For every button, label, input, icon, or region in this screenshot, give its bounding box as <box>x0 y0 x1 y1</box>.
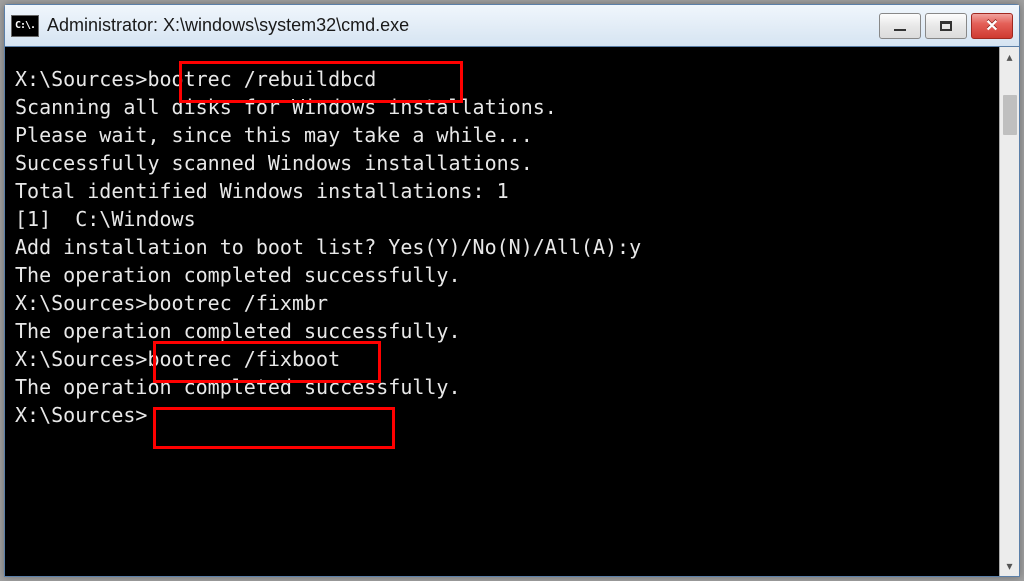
output-line: [1] C:\Windows <box>15 205 989 233</box>
terminal-area: X:\Sources>bootrec /rebuildbcdScanning a… <box>5 47 1019 576</box>
command-text: bootrec /fixboot <box>147 347 340 371</box>
prompt: X:\Sources> <box>15 403 147 427</box>
output-line: Total identified Windows installations: … <box>15 177 989 205</box>
output-line: Add installation to boot list? Yes(Y)/No… <box>15 233 989 261</box>
prompt: X:\Sources> <box>15 347 147 371</box>
maximize-icon <box>940 21 952 31</box>
output-line: Successfully scanned Windows installatio… <box>15 149 989 177</box>
prompt: X:\Sources> <box>15 291 147 315</box>
scrollbar-thumb[interactable] <box>1003 95 1017 135</box>
cmd-window: C:\. Administrator: X:\windows\system32\… <box>4 4 1020 577</box>
command-text: bootrec /rebuildbcd <box>147 67 376 91</box>
close-button[interactable]: ✕ <box>971 13 1013 39</box>
window-title: Administrator: X:\windows\system32\cmd.e… <box>47 15 879 36</box>
output-line: The operation completed successfully. <box>15 261 989 289</box>
terminal-output[interactable]: X:\Sources>bootrec /rebuildbcdScanning a… <box>5 47 999 576</box>
output-line: The operation completed successfully. <box>15 317 989 345</box>
cmd-icon: C:\. <box>11 15 39 37</box>
window-controls: ✕ <box>879 13 1013 39</box>
output-line: Scanning all disks for Windows installat… <box>15 93 989 121</box>
scroll-up-arrow-icon[interactable]: ▴ <box>1000 47 1019 67</box>
output-line: The operation completed successfully. <box>15 373 989 401</box>
output-line: Please wait, since this may take a while… <box>15 121 989 149</box>
command-text: bootrec /fixmbr <box>147 291 328 315</box>
maximize-button[interactable] <box>925 13 967 39</box>
scroll-down-arrow-icon[interactable]: ▾ <box>1000 556 1019 576</box>
close-icon: ✕ <box>985 16 998 36</box>
vertical-scrollbar[interactable]: ▴ ▾ <box>999 47 1019 576</box>
minimize-icon <box>894 29 906 31</box>
minimize-button[interactable] <box>879 13 921 39</box>
titlebar[interactable]: C:\. Administrator: X:\windows\system32\… <box>5 5 1019 47</box>
prompt: X:\Sources> <box>15 67 147 91</box>
